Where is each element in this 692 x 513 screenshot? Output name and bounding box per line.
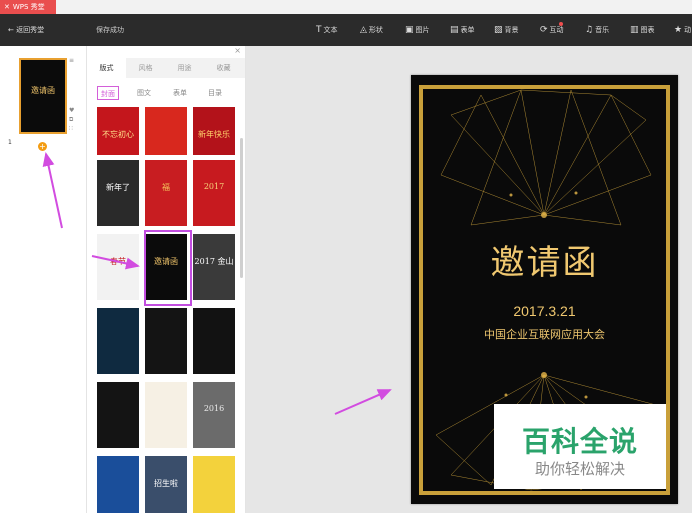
toolbar-background-button[interactable]: ▨ 背景 [494,14,519,46]
text-icon: T [316,25,322,35]
template-thumbnail[interactable] [97,308,139,374]
image-icon: ▣ [405,25,414,35]
invitation-date[interactable]: 2017.3.21 [411,303,678,319]
template-thumbnail-label: 2016 [203,404,225,413]
watermark: 百科全说 助你轻松解决 [494,404,666,489]
app-tab[interactable]: ✕ WPS 秀堂 [0,0,56,14]
toolbar-music-button[interactable]: ♫ 音乐 [585,14,609,46]
watermark-sub: 助你轻松解决 [534,461,625,478]
subtab-image-text[interactable]: 图文 [133,86,155,100]
notification-dot [559,22,563,26]
toolbar-animation-button[interactable]: ★ 动 [674,14,691,46]
template-thumbnail-label: 福 [162,183,170,192]
invitation-title[interactable]: 邀请函 [411,235,678,284]
toolbar-label: 形状 [368,26,383,34]
editor-toolbar: ← 返回秀堂 保存成功 T 文本 ◬ 形状 ▣ 图片 ▤ 表单 ▨ 背景 ⟳ 互动 ♫ 音乐 ▥ 图表 ★ 动 [0,14,692,46]
toolbar-chart-button[interactable]: ▥ 图表 [630,14,655,46]
heart-icon[interactable]: ♥ [69,107,74,114]
panel-scrollbar[interactable] [240,138,243,278]
template-thumbnail[interactable] [193,308,235,374]
panel-tabs: 版式 风格 用途 收藏 [87,58,245,78]
template-thumbnail[interactable]: 新年了 [97,160,139,226]
close-icon[interactable]: × [234,46,241,55]
template-thumbnail[interactable]: 春节 [97,234,139,300]
toolbar-text-button[interactable]: T 文本 [316,14,338,46]
template-thumbnail[interactable]: 2016 [193,382,235,448]
toolbar-shape-button[interactable]: ◬ 形状 [360,14,383,46]
template-thumbnail-label: 新年了 [106,183,130,192]
template-thumbnail[interactable]: 福 [145,160,187,226]
arrow-to-canvas [334,389,392,415]
page-number: 1 [8,139,12,146]
template-thumbnail[interactable] [193,456,235,513]
subtab-form[interactable]: 表单 [169,86,191,100]
template-thumbnail[interactable]: 招生啦 [145,456,187,513]
subtab-catalog[interactable]: 目录 [204,86,226,100]
toolbar-interaction-button[interactable]: ⟳ 互动 [540,14,564,46]
template-thumbnail[interactable]: 2017 金山 [193,234,235,300]
template-thumbnail[interactable] [97,382,139,448]
page-thumbnail-title: 邀请函 [31,86,55,95]
template-thumbnail-label: 2017 [203,182,225,191]
template-thumbnail-label: 2017 金山 [194,257,234,266]
invitation-subtitle[interactable]: 中国企业互联网应用大会 [411,326,678,342]
grid-icon[interactable]: ∷ [69,125,73,132]
template-thumbnail[interactable] [145,308,187,374]
save-status: 保存成功 [96,26,124,34]
toolbar-label: 背景 [504,26,519,34]
template-thumbnail-label: 新年快乐 [198,130,230,139]
toolbar-label: 动 [684,26,692,34]
chart-icon: ▥ [630,25,639,35]
toolbar-form-button[interactable]: ▤ 表单 [450,14,475,46]
template-thumbnail-label: 招生啦 [154,479,178,488]
template-thumbnail[interactable]: 不忘初心 [97,107,139,155]
animation-icon: ★ [674,25,683,35]
toolbar-label: 表单 [460,26,475,34]
selected-template-highlight [144,230,192,306]
toolbar-label: 文本 [323,26,338,34]
tab-favorites[interactable]: 收藏 [204,58,243,78]
toolbar-label: 互动 [549,26,564,34]
back-button[interactable]: ← 返回秀堂 [8,14,44,46]
watermark-main: 百科全说 [521,426,638,457]
app-name: WPS 秀堂 [12,3,45,11]
interaction-icon: ⟳ [540,25,548,35]
toolbar-label: 音乐 [595,26,610,34]
tab-purpose[interactable]: 用途 [165,58,204,78]
page-thumbnail[interactable]: 邀请函 [19,58,67,134]
template-thumbnail-label: 不忘初心 [102,130,134,139]
background-icon: ▨ [494,25,503,35]
toolbar-label: 图片 [415,26,430,34]
copy-icon[interactable]: ⧉ [69,116,73,124]
music-icon: ♫ [585,25,594,35]
template-thumbnail[interactable] [145,107,187,155]
wps-logo-icon: ✕ [4,3,10,11]
template-thumbnail[interactable]: 2017 [193,160,235,226]
template-thumbnail[interactable] [145,382,187,448]
template-thumbnail-label: 春节 [110,257,126,266]
title-bar: ✕ WPS 秀堂 [0,0,692,14]
toolbar-image-button[interactable]: ▣ 图片 [405,14,430,46]
subtab-cover[interactable]: 封面 [97,86,119,100]
add-page-button[interactable]: + [38,142,47,151]
menu-icon[interactable]: ≡ [69,57,74,64]
tab-style[interactable]: 风格 [126,58,165,78]
template-thumbnail[interactable]: 新年快乐 [193,107,235,155]
toolbar-label: 图表 [640,26,655,34]
template-thumbnail[interactable] [97,456,139,513]
shape-icon: ◬ [360,25,367,35]
tab-layout[interactable]: 版式 [87,58,126,78]
form-icon: ▤ [450,25,459,35]
